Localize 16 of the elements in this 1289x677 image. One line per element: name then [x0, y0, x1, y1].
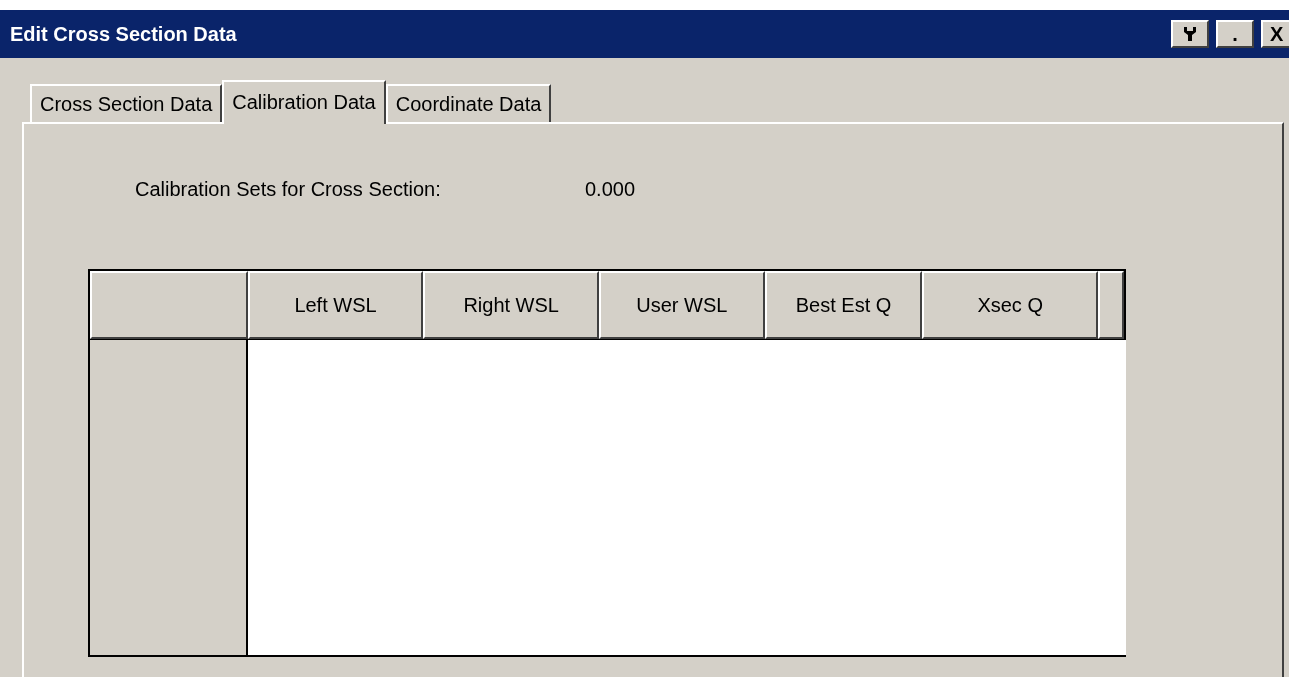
column-header[interactable]: User WSL — [599, 271, 765, 339]
calibration-label: Calibration Sets for Cross Section: — [135, 178, 442, 202]
column-header[interactable]: Best Est Q — [764, 271, 923, 339]
column-header[interactable]: Right WSL — [423, 271, 599, 339]
tab[interactable]: Calibration Data — [222, 80, 386, 124]
tab[interactable]: Cross Section Data — [30, 84, 223, 122]
column-header[interactable]: Left WSL — [247, 271, 424, 339]
window-button[interactable]: . — [1216, 20, 1254, 48]
tab[interactable]: Coordinate Data — [385, 84, 552, 122]
window-button[interactable]: X — [1261, 20, 1289, 48]
calibration-value: 0.000 — [585, 178, 636, 202]
tools-button[interactable] — [1171, 20, 1209, 48]
column-header[interactable]: Xsec Q — [922, 271, 1098, 339]
window-title: Edit Cross Section Data — [10, 22, 238, 46]
wrench-icon — [1182, 26, 1198, 42]
column-header[interactable] — [1098, 271, 1124, 339]
